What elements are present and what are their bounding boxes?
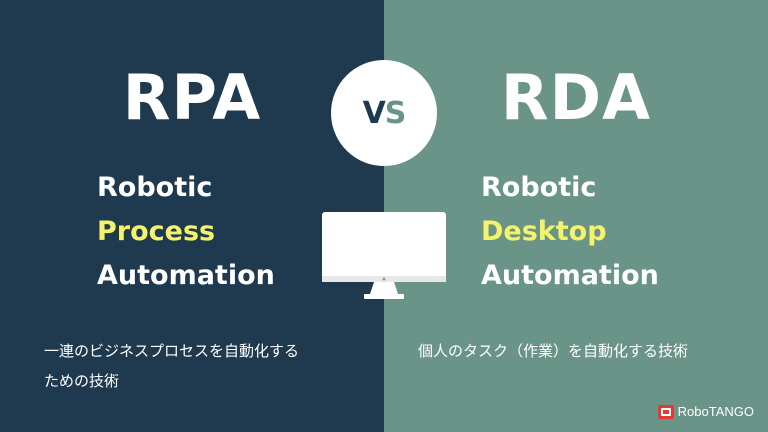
brand-logo: RoboTANGO: [657, 404, 754, 419]
vs-badge: VS: [331, 60, 437, 166]
rpa-description: 一連のビジネスプロセスを自動化する ための技術: [44, 336, 299, 396]
rpa-title: RPA: [122, 61, 262, 134]
rpa-description-line-2: ための技術: [44, 372, 120, 390]
rpa-description-line-1: 一連のビジネスプロセスを自動化する: [44, 342, 300, 360]
monitor-icon: [322, 212, 446, 299]
robotango-logo-icon: [657, 404, 674, 419]
rpa-word-process: Process: [97, 216, 216, 247]
rda-title: RDA: [500, 61, 652, 134]
rda-description-line-1: 個人のタスク（作業）を自動化する技術: [418, 342, 689, 360]
brand-name: RoboTANGO: [677, 404, 754, 419]
rpa-word-automation: Automation: [97, 260, 275, 291]
rda-expansion: Robotic Desktop Automation: [481, 166, 659, 298]
rpa-expansion: Robotic Process Automation: [97, 166, 275, 298]
rpa-word-robotic: Robotic: [97, 172, 213, 203]
vs-label: VS: [362, 95, 407, 131]
rda-word-robotic: Robotic: [481, 172, 597, 203]
rda-word-desktop: Desktop: [481, 216, 607, 247]
rda-description: 個人のタスク（作業）を自動化する技術: [418, 336, 688, 366]
rda-word-automation: Automation: [481, 260, 659, 291]
